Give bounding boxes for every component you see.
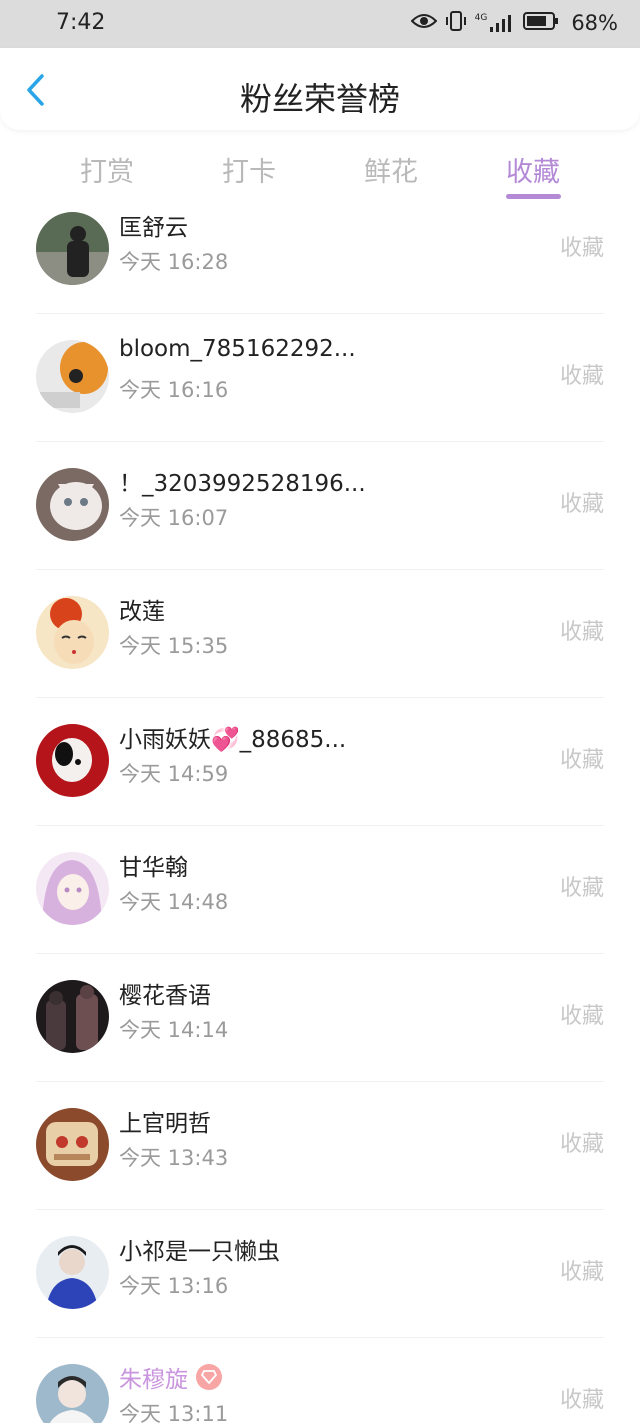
network-type-label: 4G xyxy=(474,13,488,23)
avatar xyxy=(36,340,109,413)
tab-flowers[interactable]: 鲜花 xyxy=(364,150,418,189)
list-item[interactable]: 甘华翰 今天 14:48 收藏 xyxy=(0,826,640,954)
list-item[interactable]: 小祁是一只懒虫 今天 13:16 收藏 xyxy=(0,1210,640,1338)
user-name: 上官明哲 xyxy=(119,1111,211,1137)
list-item[interactable]: 樱花香语 今天 14:14 收藏 xyxy=(0,954,640,1082)
favorite-action[interactable]: 收藏 xyxy=(560,1126,604,1158)
user-name: 改莲 xyxy=(119,599,165,625)
timestamp: 今天 16:28 xyxy=(119,250,229,274)
timestamp: 今天 13:11 xyxy=(119,1402,229,1423)
timestamp: 今天 14:14 xyxy=(119,1018,229,1042)
avatar xyxy=(36,468,109,541)
page-title: 粉丝荣誉榜 xyxy=(239,80,400,118)
list-item[interactable]: 朱穆旋 今天 13:11 收藏 xyxy=(0,1338,640,1423)
favorite-action[interactable]: 收藏 xyxy=(560,230,604,262)
status-time: 7:42 xyxy=(56,10,106,35)
favorite-action[interactable]: 收藏 xyxy=(560,742,604,774)
timestamp: 今天 13:16 xyxy=(119,1274,229,1298)
battery-icon xyxy=(523,11,559,35)
diamond-badge-icon xyxy=(196,1364,222,1390)
timestamp: 今天 15:35 xyxy=(119,634,229,658)
favorite-action[interactable]: 收藏 xyxy=(560,486,604,518)
tab-bar: 打赏 打卡 鲜花 收藏 xyxy=(0,140,640,210)
favorite-action[interactable]: 收藏 xyxy=(560,1254,604,1286)
user-name: bloom_785162292... xyxy=(119,336,356,362)
user-name: ！_3203992528196... xyxy=(119,471,366,497)
active-tab-indicator xyxy=(506,194,561,199)
avatar xyxy=(36,1108,109,1181)
avatar xyxy=(36,1236,109,1309)
favorite-action[interactable]: 收藏 xyxy=(560,358,604,390)
timestamp: 今天 16:07 xyxy=(119,506,229,530)
battery-percent: 68% xyxy=(571,11,618,35)
timestamp: 今天 16:16 xyxy=(119,378,229,402)
timestamp: 今天 13:43 xyxy=(119,1146,229,1170)
avatar xyxy=(36,852,109,925)
user-name: 匡舒云 xyxy=(119,215,188,241)
avatar xyxy=(36,1364,109,1423)
tab-favorites[interactable]: 收藏 xyxy=(506,150,560,189)
user-name: 甘华翰 xyxy=(119,855,188,881)
favorite-action[interactable]: 收藏 xyxy=(560,870,604,902)
favorite-action[interactable]: 收藏 xyxy=(560,998,604,1030)
list-item[interactable]: 上官明哲 今天 13:43 收藏 xyxy=(0,1082,640,1210)
favorite-action[interactable]: 收藏 xyxy=(560,1382,604,1414)
avatar xyxy=(36,596,109,669)
user-name: 朱穆旋 xyxy=(119,1367,188,1393)
avatar xyxy=(36,212,109,285)
user-name: 小祁是一只懒虫 xyxy=(119,1239,280,1265)
user-name-vip: 朱穆旋 xyxy=(119,1360,222,1394)
user-name: 樱花香语 xyxy=(119,983,211,1009)
timestamp: 今天 14:48 xyxy=(119,890,229,914)
timestamp: 今天 14:59 xyxy=(119,762,229,786)
list-item[interactable]: 改莲 今天 15:35 收藏 xyxy=(0,570,640,698)
list-item[interactable]: bloom_785162292... 今天 16:16 收藏 xyxy=(0,314,640,442)
list-item[interactable]: 小雨妖妖💞_88685... 今天 14:59 收藏 xyxy=(0,698,640,826)
favorite-action[interactable]: 收藏 xyxy=(560,614,604,646)
tab-checkin[interactable]: 打卡 xyxy=(222,150,276,189)
favorites-list: 匡舒云 今天 16:28 收藏 bloom_785162292... 今天 16… xyxy=(0,210,640,1423)
tab-reward[interactable]: 打赏 xyxy=(80,150,134,189)
list-item[interactable]: ！_3203992528196... 今天 16:07 收藏 xyxy=(0,442,640,570)
avatar xyxy=(36,980,109,1053)
header: 粉丝荣誉榜 xyxy=(0,48,640,130)
status-bar: 7:42 4G 68% xyxy=(0,0,640,48)
vibrate-icon xyxy=(445,10,467,36)
user-name: 小雨妖妖💞_88685... xyxy=(119,727,347,753)
list-item[interactable]: 匡舒云 今天 16:28 收藏 xyxy=(0,210,640,314)
status-icons: 4G 68% xyxy=(410,10,618,36)
avatar xyxy=(36,724,109,797)
signal-icon: 4G xyxy=(475,13,516,33)
eye-icon xyxy=(410,11,438,35)
